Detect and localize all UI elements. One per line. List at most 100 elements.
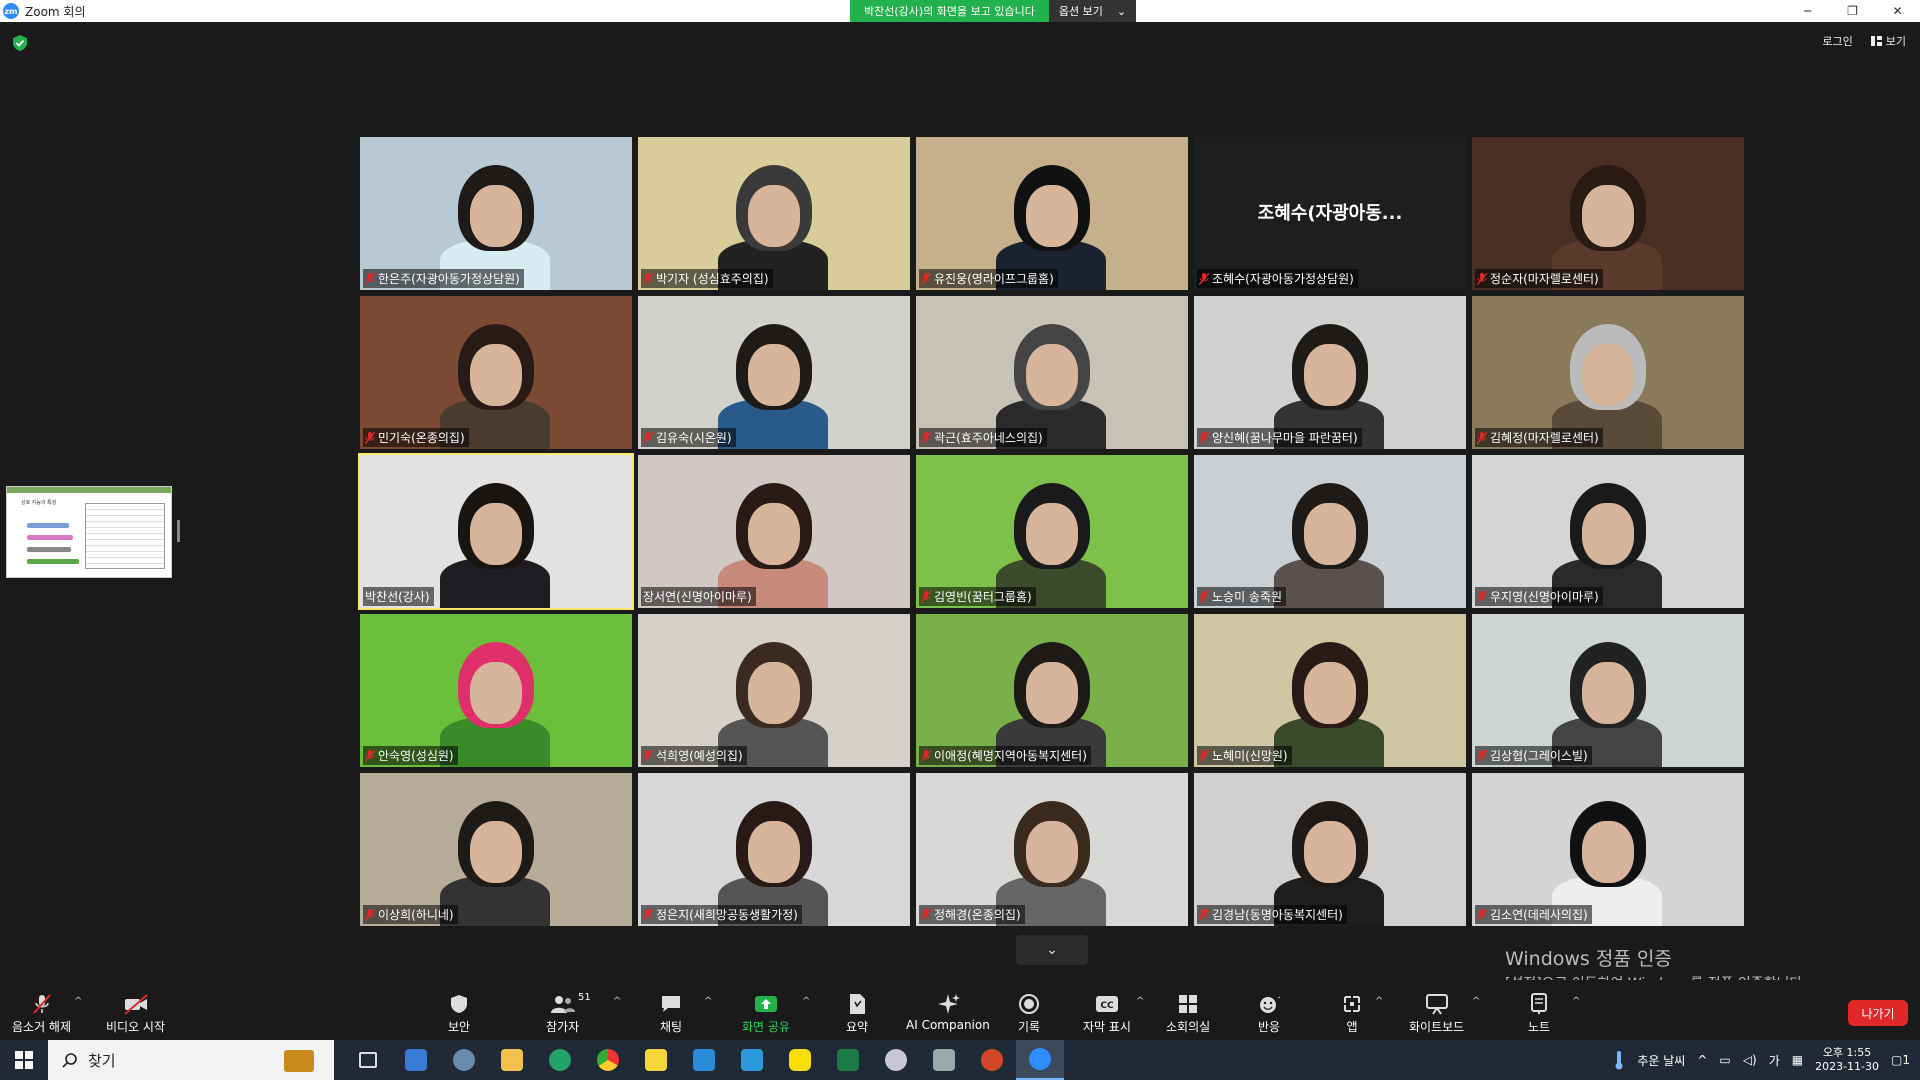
taskbar-sticky-notes-app[interactable]: [632, 1040, 680, 1080]
participant-tile[interactable]: 정은지(새희망공동생활가정): [638, 773, 910, 926]
participant-tile[interactable]: 장서연(신명아이마루): [638, 455, 910, 608]
gallery-scroll-down-button[interactable]: ⌄: [1016, 935, 1088, 965]
participant-tile[interactable]: 김소연(데레사의집): [1472, 773, 1744, 926]
leave-meeting-button[interactable]: 나가기: [1848, 1000, 1908, 1026]
restore-button[interactable]: ❐: [1830, 0, 1875, 22]
participant-tile[interactable]: 양신혜(꿈나무마을 파란꿈터): [1194, 296, 1466, 449]
share-banner: 박찬선(강사)의 화면을 보고 있습니다 옵션 보기 ⌄: [850, 0, 1137, 22]
summary-button[interactable]: 요약: [846, 992, 868, 1035]
whiteboard-options-caret[interactable]: ^: [1472, 996, 1480, 1007]
participant-tile[interactable]: 유진웅(영라이프그룹홈): [916, 137, 1188, 290]
muted-mic-icon: [365, 272, 375, 285]
taskbar-chrome-app[interactable]: [584, 1040, 632, 1080]
taskbar-excel-app[interactable]: [824, 1040, 872, 1080]
participant-tile[interactable]: 노승미 송죽원: [1194, 455, 1466, 608]
shared-screen-thumbnail[interactable]: 상호 지능의 특징: [6, 486, 172, 578]
participant-tile[interactable]: 이상희(하니네): [360, 773, 632, 926]
notes-button[interactable]: 노트: [1528, 992, 1550, 1035]
taskbar-hangul-app[interactable]: [728, 1040, 776, 1080]
minimize-button[interactable]: ─: [1785, 0, 1830, 22]
taskbar-explorer-app[interactable]: [488, 1040, 536, 1080]
taskbar-powerpoint-app[interactable]: [968, 1040, 1016, 1080]
login-button[interactable]: 로그인: [1822, 33, 1852, 49]
security-button[interactable]: 보안: [448, 992, 470, 1035]
unmute-button[interactable]: 음소거 해제: [12, 992, 71, 1035]
taskbar-media-app[interactable]: [872, 1040, 920, 1080]
taskbar-edge-app[interactable]: [536, 1040, 584, 1080]
ime-indicator[interactable]: 가: [1769, 1052, 1780, 1069]
participant-tile[interactable]: 한은주(자광아동가정상담원): [360, 137, 632, 290]
participant-tile[interactable]: 안숙영(성심원): [360, 614, 632, 767]
participants-button[interactable]: 51 참가자: [546, 992, 591, 1035]
windows-start-button[interactable]: [0, 1040, 48, 1080]
participant-tile[interactable]: 노혜미(신망원): [1194, 614, 1466, 767]
participant-face: [1582, 821, 1634, 883]
participant-face: [470, 344, 522, 406]
weather-text[interactable]: 추운 날씨: [1637, 1052, 1685, 1069]
encryption-shield-icon[interactable]: [13, 35, 27, 51]
participant-tile[interactable]: 김혜정(마자렐로센터): [1472, 296, 1744, 449]
participant-tile[interactable]: 김상협(그레이스빌): [1472, 614, 1744, 767]
captions-options-caret[interactable]: ^: [1136, 996, 1144, 1007]
participant-tile[interactable]: 우지영(신명아이마루): [1472, 455, 1744, 608]
taskbar-store-app[interactable]: [392, 1040, 440, 1080]
cc-icon: CC: [1095, 996, 1118, 1012]
apps-button[interactable]: 앱: [1341, 992, 1363, 1035]
notes-options-caret[interactable]: ^: [1572, 996, 1580, 1007]
start-video-button[interactable]: 비디오 시작: [106, 992, 165, 1035]
chat-options-caret[interactable]: ^: [704, 996, 712, 1007]
tray-expand-icon[interactable]: ^: [1697, 1053, 1707, 1067]
taskbar-phone-app[interactable]: [680, 1040, 728, 1080]
view-options-button[interactable]: 옵션 보기 ⌄: [1048, 0, 1137, 22]
notifications-icon[interactable]: ▢1: [1891, 1053, 1910, 1067]
muted-mic-icon: [643, 908, 653, 921]
task-view-button[interactable]: [344, 1040, 392, 1080]
muted-mic-icon: [921, 749, 931, 762]
apps-options-caret[interactable]: ^: [1375, 996, 1383, 1007]
muted-mic-icon: [1199, 272, 1209, 285]
network-icon[interactable]: ▭: [1719, 1053, 1730, 1067]
participant-tile[interactable]: 박기자 (성심효주의집): [638, 137, 910, 290]
participant-tile[interactable]: 김영빈(꿈터그룹홈): [916, 455, 1188, 608]
taskbar-settings-app[interactable]: [440, 1040, 488, 1080]
whiteboard-button[interactable]: 화이트보드: [1409, 992, 1464, 1035]
close-button[interactable]: ✕: [1875, 0, 1920, 22]
taskbar-zoom-app[interactable]: [1016, 1040, 1064, 1080]
participant-tile[interactable]: 김경남(동명아동복지센터): [1194, 773, 1466, 926]
view-button[interactable]: 보기: [1870, 33, 1906, 49]
keyboard-icon[interactable]: ▦: [1792, 1053, 1803, 1067]
audio-options-caret[interactable]: ^: [74, 996, 82, 1007]
taskbar-search-box[interactable]: 찾기: [48, 1040, 334, 1080]
participant-tile[interactable]: 곽근(효주아네스의집): [916, 296, 1188, 449]
participant-name: 박찬선(강사): [365, 590, 430, 604]
whiteboard-icon: [1425, 994, 1448, 1015]
participant-name-label: 김영빈(꿈터그룹홈): [919, 587, 1036, 606]
chat-button[interactable]: 채팅: [660, 992, 682, 1035]
share-screen-button[interactable]: 화면 공유: [742, 992, 790, 1035]
participant-tile[interactable]: 민기숙(온종의집): [360, 296, 632, 449]
participant-name: 정은지(새희망공동생활가정): [656, 908, 798, 922]
captions-button[interactable]: CC 자막 표시: [1083, 992, 1131, 1035]
participant-tile[interactable]: 박찬선(강사): [358, 453, 634, 610]
participant-tile[interactable]: 석희영(예성의집): [638, 614, 910, 767]
participant-tile[interactable]: 정순자(마자렐로센터): [1472, 137, 1744, 290]
participants-options-caret[interactable]: ^: [613, 996, 621, 1007]
record-button[interactable]: 기록: [1018, 992, 1040, 1035]
share-options-caret[interactable]: ^: [802, 996, 810, 1007]
participant-name: 이상희(하니네): [378, 908, 454, 922]
volume-icon[interactable]: ◁): [1743, 1053, 1757, 1067]
participant-tile[interactable]: 정해경(온종의집): [916, 773, 1188, 926]
participant-tile[interactable]: 김유숙(시온원): [638, 296, 910, 449]
participant-tile[interactable]: 조혜수(자광아동... 조혜수(자광아동가정상담원): [1194, 137, 1466, 290]
participant-name: 우지영(신명아이마루): [1490, 590, 1599, 604]
taskbar-calculator-app[interactable]: [920, 1040, 968, 1080]
taskbar-clock[interactable]: 오후 1:55 2023-11-30: [1815, 1046, 1879, 1074]
taskbar-kakaotalk-app[interactable]: [776, 1040, 824, 1080]
participant-tile[interactable]: 이애정(혜명지역아동복지센터): [916, 614, 1188, 767]
participant-name-label: 양신혜(꿈나무마을 파란꿈터): [1197, 428, 1362, 447]
breakout-rooms-button[interactable]: 소회의실: [1166, 992, 1210, 1035]
ai-companion-button[interactable]: AI Companion: [906, 992, 990, 1032]
reactions-button[interactable]: + 반응: [1258, 992, 1280, 1035]
thumbnail-resize-handle[interactable]: [177, 520, 180, 542]
participants-count: 51: [578, 992, 591, 1003]
